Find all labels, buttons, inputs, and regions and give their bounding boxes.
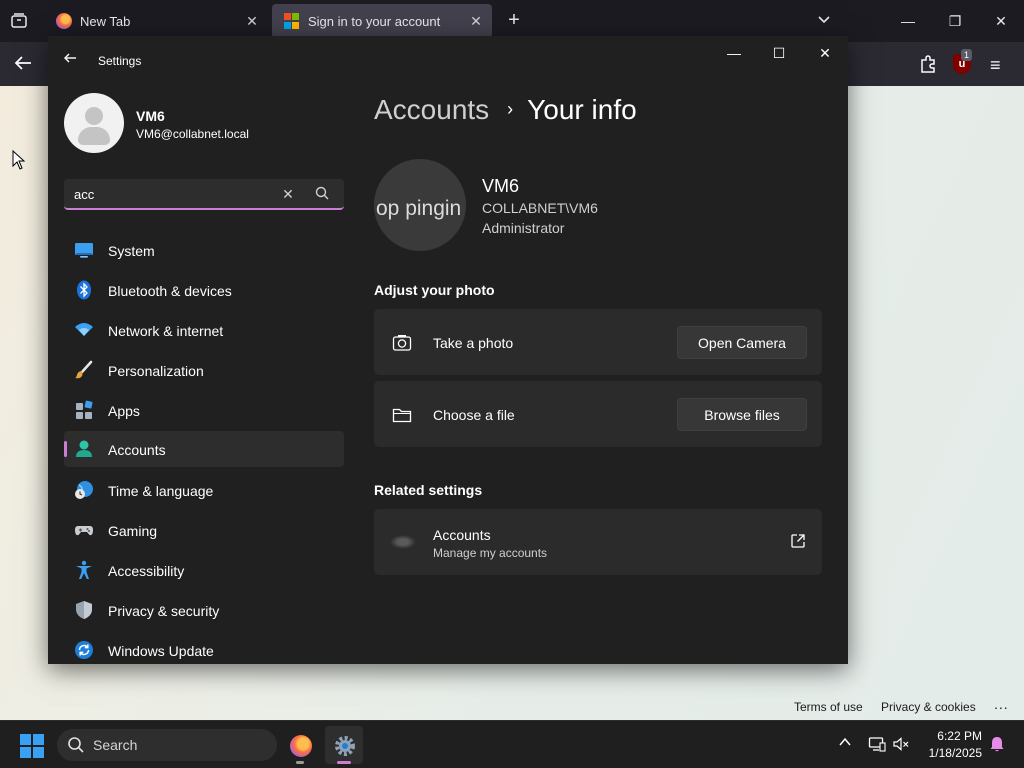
nav-item-system[interactable]: System xyxy=(64,232,344,268)
taskbar-search-label: Search xyxy=(93,737,138,753)
breadcrumb-parent[interactable]: Accounts xyxy=(374,94,489,125)
tab-list-icon[interactable] xyxy=(10,12,30,32)
section-title-adjust-photo: Adjust your photo xyxy=(374,282,495,298)
related-accounts-label: Accounts xyxy=(433,527,491,543)
open-camera-button[interactable]: Open Camera xyxy=(677,326,807,359)
taskbar-settings[interactable] xyxy=(325,726,363,764)
close-button[interactable]: ✕ xyxy=(811,42,839,64)
nav-item-privacy-security[interactable]: Privacy & security xyxy=(64,592,344,628)
taskbar-firefox[interactable] xyxy=(281,726,319,764)
nav-item-windows-update[interactable]: Windows Update xyxy=(64,632,344,664)
windows-start-icon[interactable] xyxy=(20,734,44,758)
paintbrush-icon xyxy=(74,360,94,380)
search-input[interactable] xyxy=(74,185,264,203)
related-accounts-subtitle: Manage my accounts xyxy=(433,546,548,560)
window-title: Settings xyxy=(98,54,142,68)
browser-restore-button[interactable]: ❐ xyxy=(943,10,967,32)
tab-new-tab[interactable]: New Tab ✕ xyxy=(44,4,268,38)
nav-item-accessibility[interactable]: Accessibility xyxy=(64,552,344,588)
more-options-button[interactable]: ... xyxy=(994,696,1009,712)
globe-clock-icon xyxy=(74,480,94,500)
browse-files-button[interactable]: Browse files xyxy=(677,398,807,431)
nav-item-apps[interactable]: Apps xyxy=(64,392,344,428)
terms-of-use-link[interactable]: Terms of use xyxy=(794,700,863,714)
network-icon[interactable] xyxy=(868,735,886,753)
volume-muted-icon[interactable] xyxy=(892,735,910,753)
taskbar: Search 6:22 PM 1/18/2025 xyxy=(0,720,1024,768)
breadcrumb-separator-icon: › xyxy=(507,99,514,119)
privacy-cookies-link[interactable]: Privacy & cookies xyxy=(881,700,976,714)
monitor-icon xyxy=(74,240,94,260)
profile-email: VM6@collabnet.local xyxy=(136,127,249,141)
hamburger-menu-icon[interactable]: ≡ xyxy=(990,54,1012,76)
notification-bell-icon[interactable] xyxy=(988,735,1006,753)
chevron-down-icon[interactable] xyxy=(816,12,834,30)
accounts-thumbnail-icon xyxy=(390,535,416,549)
tab-title: New Tab xyxy=(80,13,131,29)
bluetooth-icon xyxy=(74,280,94,300)
breadcrumb: Accounts › Your info xyxy=(374,94,637,126)
user-role: Administrator xyxy=(482,220,565,236)
maximize-button[interactable]: ☐ xyxy=(765,42,793,64)
user-domain: COLLABNET\VM6 xyxy=(482,200,598,216)
choose-file-label: Choose a file xyxy=(433,407,515,423)
microsoft-icon xyxy=(284,13,300,29)
extensions-puzzle-icon[interactable] xyxy=(918,54,940,76)
tab-title: Sign in to your account xyxy=(308,13,441,29)
related-accounts-card[interactable]: Accounts Manage my accounts xyxy=(374,509,822,575)
search-icon xyxy=(67,736,85,754)
taskbar-clock-time[interactable]: 6:22 PM xyxy=(932,729,982,743)
close-icon[interactable]: ✕ xyxy=(468,13,484,29)
shield-icon xyxy=(74,600,94,620)
nav-item-network[interactable]: Network & internet xyxy=(64,312,344,348)
back-arrow-icon[interactable] xyxy=(62,50,82,70)
search-icon[interactable] xyxy=(314,185,332,203)
user-name: VM6 xyxy=(482,176,520,196)
user-photo-text: op pingin xyxy=(376,197,462,220)
firefox-icon xyxy=(56,13,72,29)
nav-item-gaming[interactable]: Gaming xyxy=(64,512,344,548)
take-photo-label: Take a photo xyxy=(433,335,514,351)
user-photo: op pingin xyxy=(374,159,466,251)
folder-icon xyxy=(392,405,412,425)
section-title-related-settings: Related settings xyxy=(374,482,483,498)
ublock-origin-icon[interactable]: u 1 xyxy=(953,49,973,76)
nav-item-accounts[interactable]: Accounts xyxy=(64,431,344,467)
apps-icon xyxy=(74,400,94,420)
profile-name: VM6 xyxy=(136,108,165,124)
back-arrow-icon[interactable] xyxy=(12,52,36,76)
selection-indicator xyxy=(64,441,67,457)
tab-sign-in[interactable]: Sign in to your account ✕ xyxy=(272,4,492,38)
page-title: Your info xyxy=(527,94,637,125)
nav-item-time-language[interactable]: Time & language xyxy=(64,472,344,508)
accessibility-icon xyxy=(74,560,94,580)
wifi-icon xyxy=(74,320,94,340)
gamepad-icon xyxy=(74,520,94,540)
chevron-up-icon[interactable] xyxy=(836,735,854,753)
mouse-pointer-icon xyxy=(12,149,26,170)
settings-title-bar: Settings — ☐ ✕ xyxy=(48,36,848,84)
nav-item-bluetooth[interactable]: Bluetooth & devices xyxy=(64,272,344,308)
nav-item-personalization[interactable]: Personalization xyxy=(64,352,344,388)
browser-close-button[interactable]: ✕ xyxy=(989,10,1013,32)
choose-file-card: Choose a file Browse files xyxy=(374,381,822,447)
sync-icon xyxy=(74,640,94,660)
person-icon xyxy=(74,439,94,459)
minimize-button[interactable]: — xyxy=(720,42,748,64)
taskbar-search-box[interactable]: Search xyxy=(57,729,277,761)
settings-window: Settings — ☐ ✕ VM6 VM6@collabnet.local ✕… xyxy=(48,36,848,664)
gear-icon xyxy=(334,735,356,757)
close-icon[interactable]: ✕ xyxy=(244,13,260,29)
settings-search-box[interactable]: ✕ xyxy=(64,179,344,210)
new-tab-button[interactable]: + xyxy=(504,10,524,30)
taskbar-clock-date[interactable]: 1/18/2025 xyxy=(918,746,982,760)
external-link-icon xyxy=(790,533,806,549)
take-photo-card: Take a photo Open Camera xyxy=(374,309,822,375)
firefox-icon xyxy=(290,735,312,757)
clear-icon[interactable]: ✕ xyxy=(279,185,297,203)
browser-minimize-button[interactable]: — xyxy=(896,10,920,32)
avatar[interactable] xyxy=(64,93,124,153)
camera-icon xyxy=(392,333,412,353)
